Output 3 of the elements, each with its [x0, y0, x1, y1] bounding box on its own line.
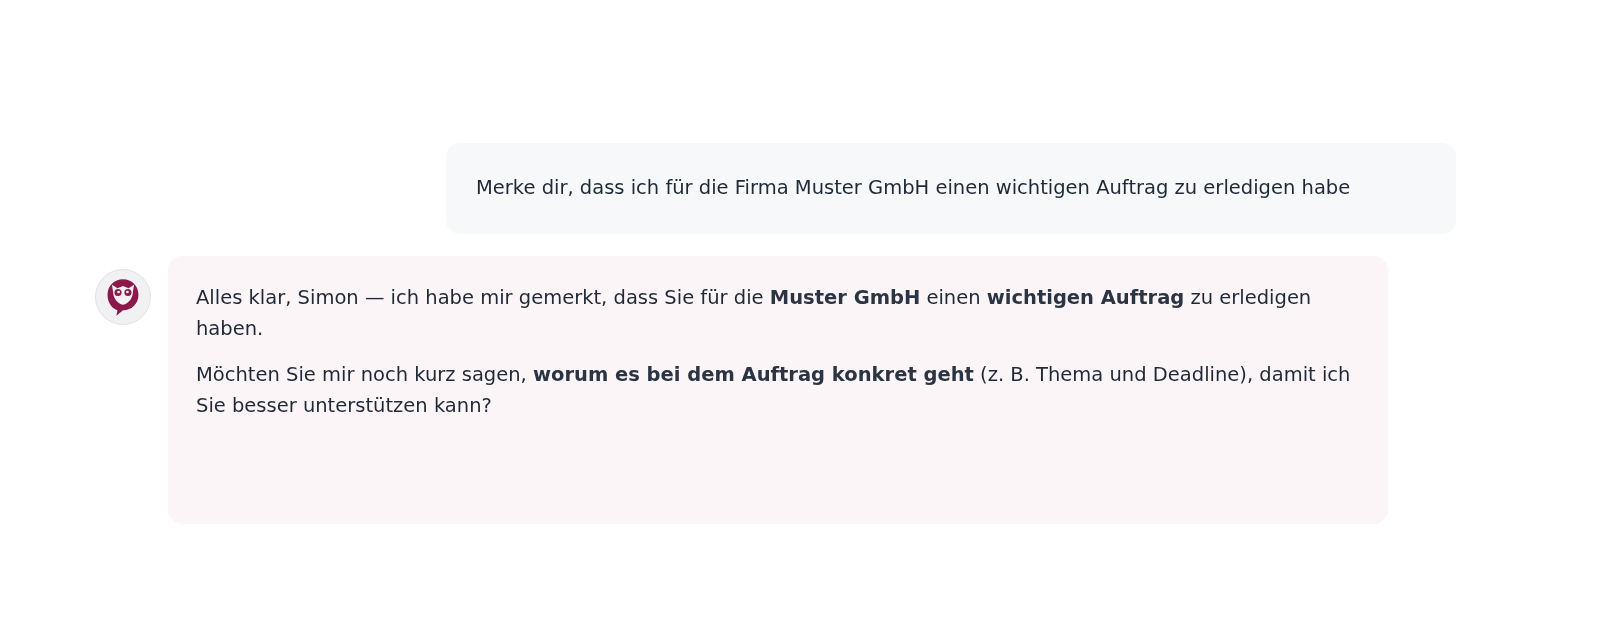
message-text: Alles klar, Simon — ich habe mir gemerkt, dass Sie für die Muster GmbH einen wichtigen Auftrag zu erledigen haben.: [196, 285, 1313, 343]
message-text: Möchten Sie mir noch kurz sagen, worum es bei dem Auftrag konkret geht (z. B. Thema und Deadline), damit ich Sie besser unterstützen kann?: [196, 361, 1352, 419]
message-text: Merke dir, dass ich für die Firma Muster GmbH einen wichtigen Auftrag zu erledigen habe: [476, 175, 1352, 201]
